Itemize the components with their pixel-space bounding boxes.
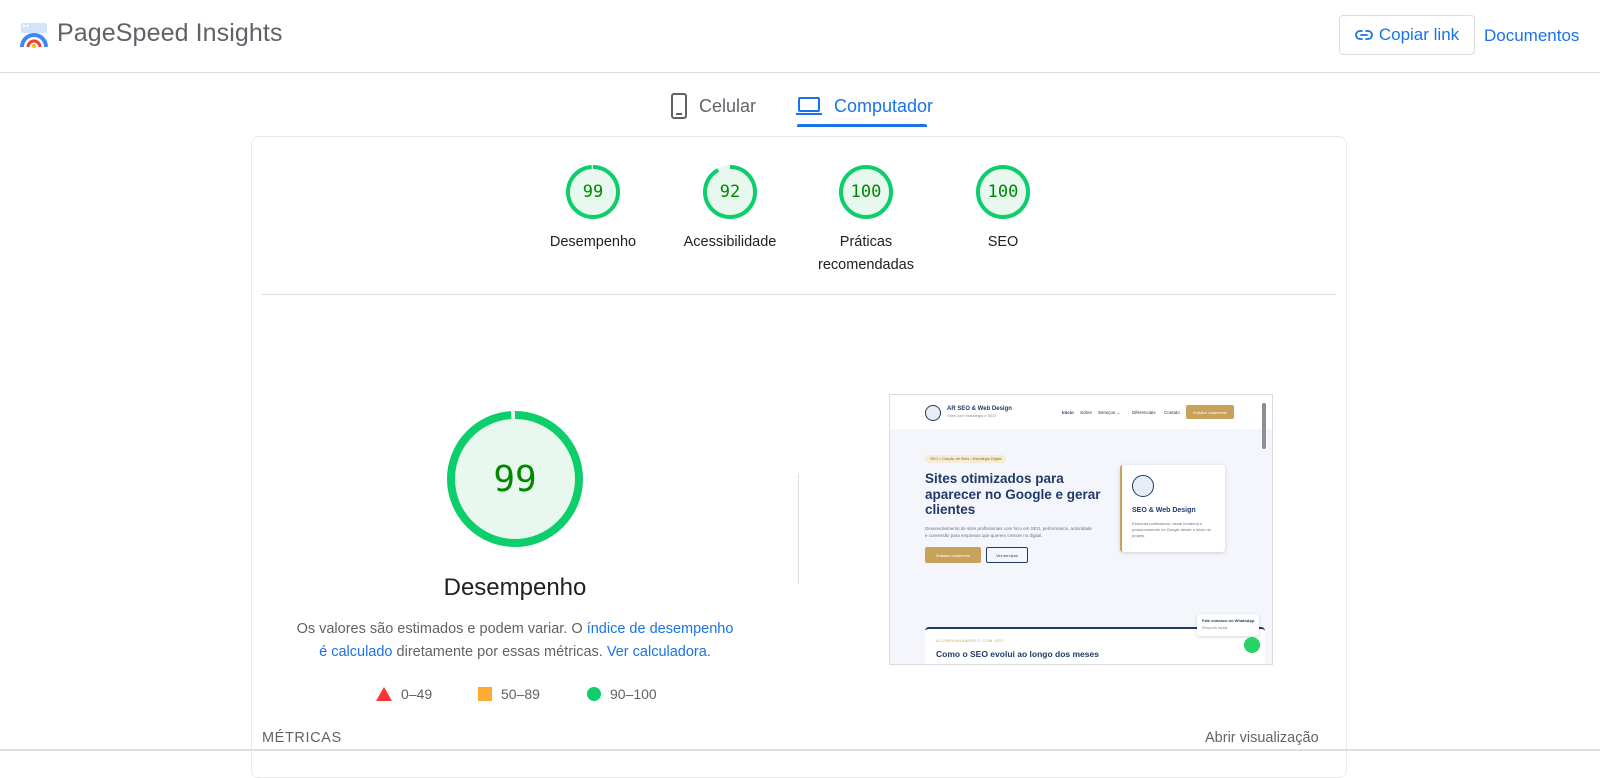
metrics-heading: MÉTRICAS [262,730,342,746]
docs-link[interactable]: Documentos [1484,26,1579,46]
thumb-menu-item: Serviços ⌄ [1098,410,1121,415]
thumb-menu-item: Diferenciais [1132,410,1156,415]
thumb-paragraph: Desenvolvimento de sites profissionais c… [925,526,1092,538]
phone-icon [671,93,687,119]
triangle-icon [376,687,392,701]
note-text-middle: diretamente por essas métricas. [392,644,607,660]
thumb-whatsapp-icon [1244,637,1260,653]
thumb-card-logo-icon [1132,475,1154,497]
active-tab-indicator [797,124,927,127]
gauge-score-accessibility: 92 [719,182,741,202]
tab-desktop[interactable]: Computador [796,86,933,126]
thumb-brand: AR SEO & Web Design [947,406,1012,412]
view-calculator-link[interactable]: Ver calculadora. [607,644,711,660]
performance-note: Os valores são estimados e podem variar.… [296,618,734,664]
square-icon [478,687,492,701]
copy-link-button[interactable]: Copiar link [1339,15,1475,55]
legend-average: 50–89 [478,686,540,702]
thumb-navbar: AR SEO & Web Design Sites com estratégia… [890,395,1272,429]
performance-score-large: 99 [493,458,537,500]
thumb-section-eyebrow: ACOMPANHAMENTO COM SEO [936,639,1004,643]
performance-gauge-large: 99 [445,409,585,549]
thumb-brand-sub: Sites com estratégia e SEO [947,413,997,418]
thumb-badge: SEO • Criação de Sites • Estratégia Digi… [925,455,1007,463]
thumb-headline: Sites otimizados para aparecer no Google… [925,471,1101,517]
app-title[interactable]: PageSpeed Insights [57,19,283,48]
pagespeed-logo-icon[interactable] [19,21,49,49]
gauge-score-best-practices: 100 [850,182,882,202]
top-bar: PageSpeed Insights Copiar link Documento… [0,0,1600,73]
laptop-icon [796,97,822,115]
circle-icon [587,687,601,701]
thumb-whatsapp-sub: Resposta rápida [1202,626,1228,630]
thumb-card-title: SEO & Web Design [1132,507,1196,514]
section-divider [262,294,1336,295]
category-label-performance[interactable]: Desempenho [528,231,658,254]
thumb-logo-icon [925,405,941,421]
final-screenshot-thumbnail[interactable]: AR SEO & Web Design Sites com estratégia… [889,394,1273,665]
copy-link-label: Copiar link [1378,25,1460,44]
vertical-separator [798,474,799,584]
link-icon [1354,30,1373,40]
legend-fail-label: 0–49 [401,686,433,702]
thumb-menu-item: Sobre [1080,410,1093,415]
tab-mobile-label: Celular [699,95,757,116]
tab-mobile[interactable]: Celular [671,86,756,126]
thumb-menu-item: Contato [1164,410,1180,415]
thumb-scrollbar [1262,403,1266,449]
thumb-menu-item: Início [1062,410,1074,415]
gauge-score-performance: 99 [582,182,604,202]
open-view-toggle[interactable]: Abrir visualização [1205,730,1319,746]
thumb-card-text: Estrutura profissional, visual moderno e… [1132,521,1211,538]
legend-pass: 90–100 [587,686,657,702]
thumb-primary-button: Solicitar orçamento [925,547,981,563]
thumb-whatsapp-popup: Fale conosco no WhatsApp Resposta rápida [1197,614,1259,636]
category-label-seo[interactable]: SEO [938,231,1068,254]
thumb-whatsapp-title: Fale conosco no WhatsApp [1202,618,1255,623]
tab-desktop-label: Computador [834,95,934,116]
thumb-section-title: Como o SEO evolui ao longo dos meses [936,649,1099,659]
performance-title: Desempenho [443,574,587,601]
thumb-secondary-button: Ver serviços [986,547,1028,563]
category-label-accessibility[interactable]: Acessibilidade [665,231,795,254]
gauge-accessibility[interactable]: 92 [702,164,758,220]
gauge-seo[interactable]: 100 [975,164,1031,220]
legend-pass-label: 90–100 [610,686,657,702]
thumb-card: SEO & Web Design Estrutura profissional,… [1120,465,1225,552]
legend-average-label: 50–89 [501,686,540,702]
gauge-performance[interactable]: 99 [565,164,621,220]
note-text-prefix: Os valores são estimados e podem variar.… [296,621,587,637]
category-label-best-practices[interactable]: Práticas recomendadas [801,231,931,277]
gauge-score-seo: 100 [987,182,1019,202]
gauge-best-practices[interactable]: 100 [838,164,894,220]
legend-fail: 0–49 [376,686,432,702]
thumb-cta: Solicitar orçamento [1186,405,1234,419]
